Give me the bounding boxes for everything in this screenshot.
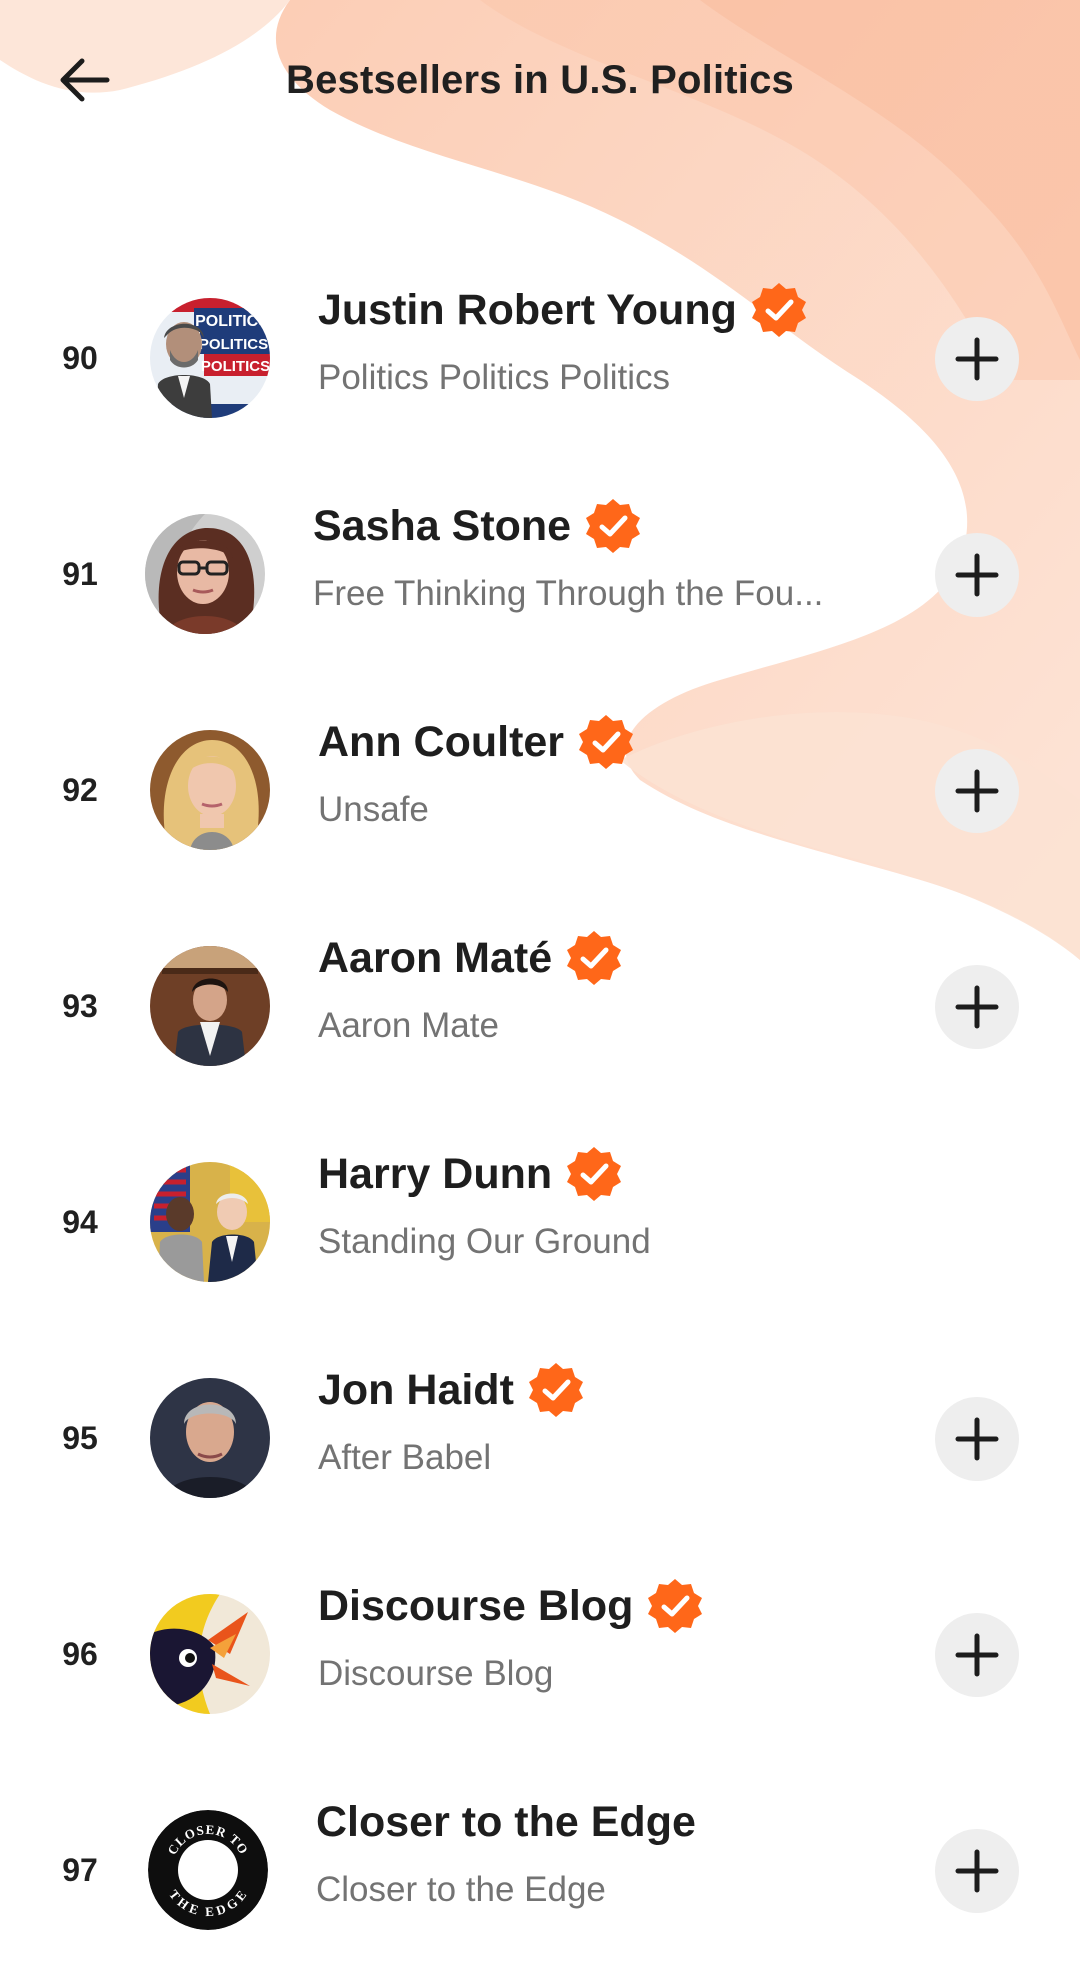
list-item[interactable]: 93 Aaron Maté Aaron Mate [0, 898, 1080, 1114]
publication-subtitle: Unsafe [318, 790, 429, 829]
plus-icon [955, 553, 999, 597]
name-line: Closer to the Edge [316, 1792, 696, 1852]
verified-badge-icon [645, 1576, 705, 1636]
name-line: Discourse Blog [318, 1576, 705, 1636]
avatar [150, 1378, 270, 1498]
list-item[interactable]: 94 Harry Dunn Standing Our Ground [0, 1114, 1080, 1330]
rank-number: 95 [62, 1419, 98, 1456]
list-item[interactable]: 97 CLOSER TO THE EDGE Closer to the Edge… [0, 1762, 1080, 1978]
list-item[interactable]: 92 Ann Coulter Unsafe [0, 682, 1080, 898]
svg-text:POLITICS!: POLITICS! [199, 336, 270, 353]
rank-number: 97 [62, 1851, 98, 1888]
plus-icon [955, 337, 999, 381]
avatar [145, 514, 265, 634]
page-title: Bestsellers in U.S. Politics [285, 58, 795, 102]
plus-icon [955, 985, 999, 1029]
list-item[interactable]: 90 POLITICS POLITICS! POLITICS! Justin R… [0, 250, 1080, 466]
rank-number: 93 [62, 987, 98, 1024]
follow-button[interactable] [935, 533, 1019, 617]
name-line: Justin Robert Young [318, 280, 809, 340]
header: Bestsellers in U.S. Politics [0, 0, 1080, 165]
name-line: Harry Dunn [318, 1144, 624, 1204]
publication-name: Aaron Maté [318, 933, 553, 982]
list-item[interactable]: 95 Jon Haidt After Babel [0, 1330, 1080, 1546]
avatar [150, 1162, 270, 1282]
publication-name: Discourse Blog [318, 1581, 634, 1630]
publication-subtitle: Free Thinking Through the Fou... [313, 574, 824, 613]
follow-button[interactable] [935, 1397, 1019, 1481]
verified-badge-icon [576, 712, 636, 772]
list-item[interactable]: 91 Sasha Stone Free Thinking Through the… [0, 466, 1080, 682]
avatar: CLOSER TO THE EDGE [148, 1810, 268, 1930]
rank-number: 92 [62, 771, 98, 808]
avatar [150, 946, 270, 1066]
publication-name: Closer to the Edge [316, 1797, 696, 1846]
rank-number: 91 [62, 555, 98, 592]
follow-button[interactable] [935, 965, 1019, 1049]
plus-icon [955, 1633, 999, 1677]
publication-subtitle: Politics Politics Politics [318, 358, 671, 397]
rank-number: 90 [62, 339, 98, 376]
follow-button[interactable] [935, 317, 1019, 401]
verified-badge-icon [583, 496, 643, 556]
verified-badge-icon [564, 928, 624, 988]
publication-name: Ann Coulter [318, 717, 565, 766]
publication-name: Sasha Stone [313, 501, 572, 550]
follow-button[interactable] [935, 1613, 1019, 1697]
rank-number: 96 [62, 1635, 98, 1672]
bestseller-list: 90 POLITICS POLITICS! POLITICS! Justin R… [0, 250, 1080, 1978]
publication-subtitle: After Babel [318, 1438, 492, 1477]
publication-subtitle: Aaron Mate [318, 1006, 499, 1045]
publication-subtitle: Discourse Blog [318, 1654, 554, 1693]
name-line: Jon Haidt [318, 1360, 586, 1420]
verified-badge-icon [749, 280, 809, 340]
name-line: Sasha Stone [313, 496, 643, 556]
rank-number: 94 [62, 1203, 98, 1240]
avatar [150, 730, 270, 850]
avatar [150, 1594, 270, 1714]
follow-button[interactable] [935, 749, 1019, 833]
svg-text:POLITICS: POLITICS [195, 313, 269, 330]
plus-icon [955, 769, 999, 813]
publication-name: Harry Dunn [318, 1149, 553, 1198]
name-line: Aaron Maté [318, 928, 624, 988]
verified-badge-icon [564, 1144, 624, 1204]
publication-subtitle: Standing Our Ground [318, 1222, 651, 1261]
publication-name: Justin Robert Young [318, 285, 737, 334]
name-line: Ann Coulter [318, 712, 636, 772]
plus-icon [955, 1417, 999, 1461]
plus-icon [955, 1849, 999, 1893]
verified-badge-icon [526, 1360, 586, 1420]
follow-button[interactable] [935, 1829, 1019, 1913]
list-item[interactable]: 96 Discourse Blog Discourse Blog [0, 1546, 1080, 1762]
svg-text:POLITICS!: POLITICS! [201, 358, 270, 375]
publication-subtitle: Closer to the Edge [316, 1870, 606, 1909]
avatar: POLITICS POLITICS! POLITICS! [150, 298, 270, 418]
publication-name: Jon Haidt [318, 1365, 514, 1414]
